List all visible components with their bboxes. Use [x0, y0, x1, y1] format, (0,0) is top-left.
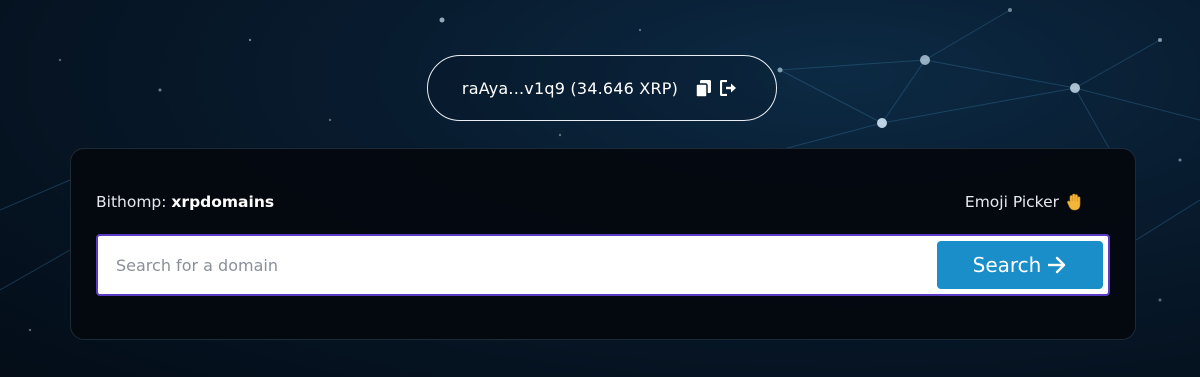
wallet-balance: (34.646 XRP) [570, 78, 679, 98]
emoji-picker-label: Emoji Picker [964, 193, 1059, 211]
search-bar: Search [96, 234, 1110, 296]
copy-icon[interactable] [694, 79, 712, 97]
wallet-pill: raAya...v1q9 (34.646 XRP) [427, 55, 777, 121]
emoji-picker-button[interactable]: Emoji Picker [965, 193, 1083, 211]
wallet-address-short: raAya...v1q9 [461, 78, 566, 98]
arrow-right-icon [1047, 256, 1067, 274]
sign-out-icon[interactable] [720, 79, 738, 97]
search-button[interactable]: Search [937, 241, 1103, 289]
brand-prefix: Bithomp: [96, 193, 172, 211]
brand-label: Bithomp: xrpdomains [96, 193, 274, 211]
wallet-address: raAya...v1q9 (34.646 XRP) [462, 79, 678, 98]
search-panel: Bithomp: xrpdomains Emoji Picker Search [70, 148, 1136, 340]
search-input[interactable] [98, 236, 928, 294]
brand-name: xrpdomains [171, 193, 275, 211]
search-button-label: Search [972, 253, 1042, 277]
waving-hand-icon [1067, 193, 1083, 211]
